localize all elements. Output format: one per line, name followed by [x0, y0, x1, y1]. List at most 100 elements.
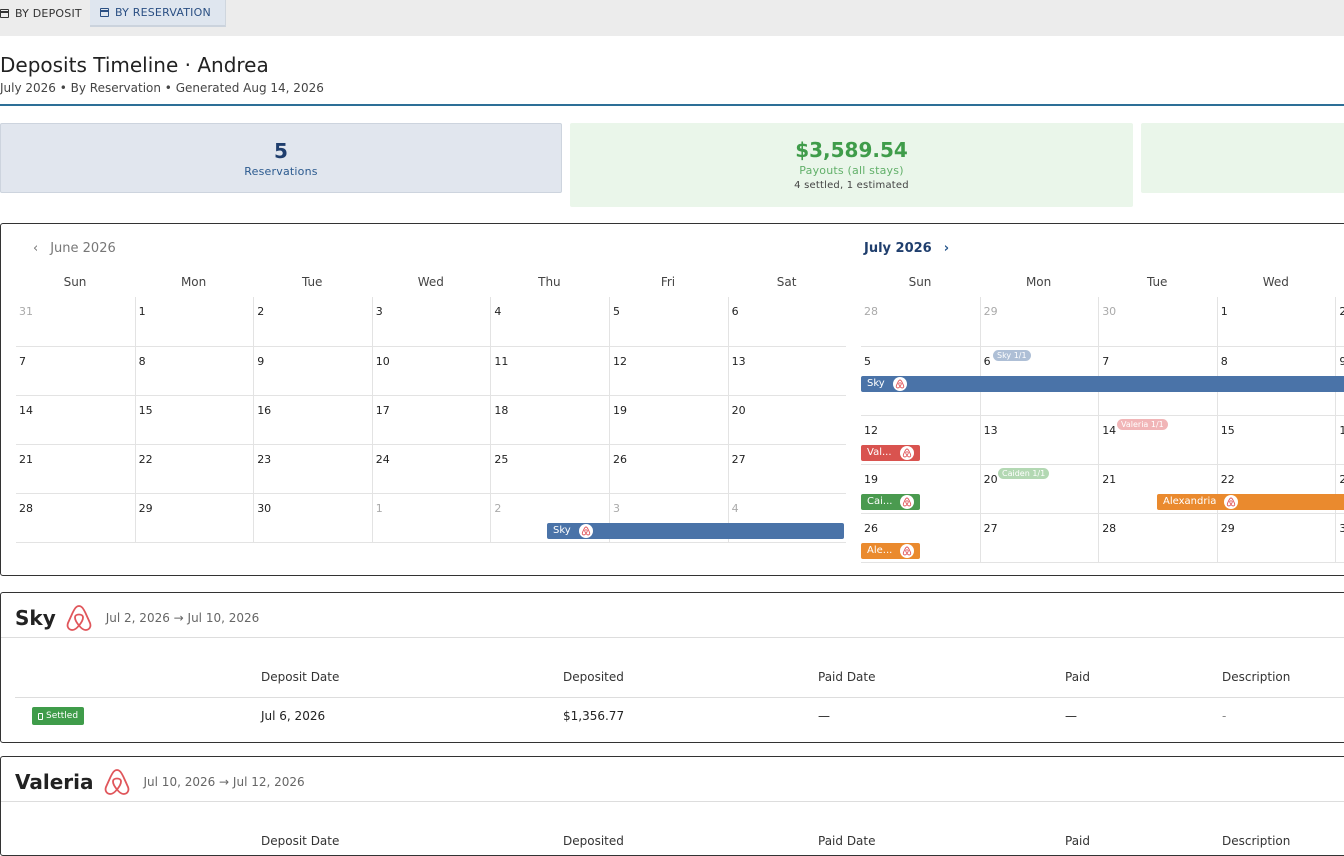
calendar-day[interactable]: 16 [253, 395, 372, 444]
calendar-day[interactable]: 1 [134, 297, 254, 346]
calendar-day[interactable]: 4 [490, 297, 609, 346]
calendar-day[interactable]: 10 [371, 346, 491, 395]
calendar-day[interactable]: 11 [490, 346, 609, 395]
airbnb-icon [64, 603, 94, 633]
calendar-day[interactable]: 13 [979, 415, 1099, 464]
status-badge: Settled [32, 707, 85, 725]
calendar-day[interactable]: 17 [371, 395, 491, 444]
reservation-dates: Jul 2, 2026 → Jul 10, 2026 [105, 611, 260, 625]
day-number: 19 [864, 473, 878, 486]
day-number: 9 [1339, 355, 1344, 368]
calendar-day[interactable]: 25 [490, 444, 609, 493]
calendar-day[interactable]: 29 [979, 297, 1099, 346]
calendar-day[interactable]: 2 [253, 297, 372, 346]
reservation-header: Valeria Jul 10, 2026 → Jul 12, 2026 [15, 767, 305, 797]
calendar-day[interactable]: 30 [253, 493, 372, 542]
day-number: 19 [613, 404, 627, 417]
calendar-day[interactable]: 22 [134, 444, 254, 493]
calendar-day[interactable]: 2 [1335, 297, 1344, 346]
col-paid-date: Paid Date [818, 670, 876, 684]
calendar-day[interactable]: 6 [727, 297, 847, 346]
prev-month-icon[interactable]: ‹ [33, 241, 38, 256]
col-deposited: Deposited [563, 834, 624, 848]
day-number: 13 [983, 424, 998, 437]
event-bar-sky[interactable]: Sky [547, 523, 844, 539]
calendar-day[interactable]: 18 [490, 395, 609, 444]
calendar-day[interactable]: 30 [1335, 513, 1344, 562]
day-number: 8 [138, 355, 146, 368]
tab-by-deposit[interactable]: BY DEPOSIT [0, 0, 92, 27]
calendar-day[interactable]: 7 [16, 346, 135, 395]
day-number: 7 [19, 355, 26, 368]
event-bar-alexandria[interactable]: Alexandria [1157, 494, 1344, 510]
day-number: 16 [257, 404, 272, 417]
status-badge-label: Settled [46, 711, 79, 721]
cell-description: - [1222, 709, 1227, 723]
deposit-pill-caiden[interactable]: Caiden 1/1 [998, 468, 1050, 479]
cell-deposit-date: Jul 6, 2026 [261, 709, 326, 723]
calendar-day[interactable]: 29 [134, 493, 254, 542]
day-number: 18 [494, 404, 509, 417]
calendar-day[interactable]: 1 [1216, 297, 1336, 346]
airbnb-icon [900, 544, 915, 558]
event-bar-caiden[interactable]: Cai... [861, 494, 920, 510]
event-bar-valeria[interactable]: Val... [861, 445, 920, 461]
event-bar-label: Sky [553, 525, 571, 536]
page-subtitle: July 2026 • By Reservation • Generated A… [0, 81, 324, 95]
reservation-card-valeria: Valeria Jul 10, 2026 → Jul 12, 2026 Depo… [0, 756, 1344, 856]
day-number: 26 [864, 522, 878, 535]
header-divider [0, 104, 1344, 106]
calendar-day[interactable]: 9 [253, 346, 372, 395]
day-number: 1 [138, 305, 146, 318]
deposit-pill-valeria[interactable]: Valeria 1/1 [1117, 419, 1168, 430]
calendar-day[interactable]: 27 [727, 444, 847, 493]
next-month-icon[interactable]: › [944, 241, 949, 256]
day-number: 12 [613, 355, 627, 368]
calendar-day[interactable]: 15 [1216, 415, 1336, 464]
calendar-day[interactable]: 20 [727, 395, 847, 444]
calendar-day[interactable]: 31 [16, 297, 135, 346]
day-number: 30 [257, 502, 272, 515]
calendar-day[interactable]: 28 [1098, 513, 1217, 562]
calendar-day[interactable]: 14 [16, 395, 135, 444]
calendar-day[interactable]: 24 [371, 444, 491, 493]
day-number: 23 [1339, 473, 1344, 486]
day-number: 1 [375, 502, 383, 515]
weekday-header: Mon [180, 275, 207, 289]
calendar-day[interactable]: 5 [609, 297, 728, 346]
calendar-day[interactable]: 8 [134, 346, 254, 395]
calendar-day[interactable]: 12 [609, 346, 728, 395]
day-number: 6 [731, 305, 739, 318]
calendar-day[interactable]: 15 [134, 395, 254, 444]
calendar-day[interactable]: 27 [979, 513, 1099, 562]
july-month-header: July 2026 › [864, 241, 949, 256]
calendar-day[interactable]: 23 [253, 444, 372, 493]
calendar-panel: ‹ June 2026 July 2026 › Sun Mon Tue Wed Thu F… [0, 223, 1344, 576]
calendar-day[interactable]: 26 [609, 444, 728, 493]
calendar-day[interactable]: 16 [1335, 415, 1344, 464]
calendar-day[interactable]: 29 [1216, 513, 1336, 562]
calendar-day[interactable]: 30 [1098, 297, 1217, 346]
reservations-stat-card: 5 Reservations [0, 123, 562, 193]
calendar-day[interactable]: 28 [861, 297, 980, 346]
calendar-day[interactable]: 3 [371, 297, 491, 346]
tab-by-reservation[interactable]: BY RESERVATION [90, 0, 226, 27]
calendar-day[interactable]: 1 [371, 493, 491, 542]
deposit-pill-sky[interactable]: Sky 1/1 [993, 350, 1031, 361]
day-number: 3 [375, 305, 383, 318]
airbnb-icon [892, 377, 907, 391]
day-number: 1 [1220, 305, 1228, 318]
calendar-day[interactable]: 19 [609, 395, 728, 444]
event-bar-label: Ale... [867, 545, 893, 556]
day-number: 8 [1220, 355, 1228, 368]
event-bar-sky[interactable]: Sky [861, 376, 1344, 392]
col-description: Description [1222, 670, 1291, 684]
calendar-day[interactable]: 21 [16, 444, 135, 493]
calendar-day[interactable]: 13 [727, 346, 847, 395]
airbnb-icon [1224, 495, 1239, 509]
day-number: 5 [864, 355, 871, 368]
extra-stat-card [1141, 123, 1344, 193]
col-deposit-date: Deposit Date [261, 834, 340, 848]
event-bar-alexandria[interactable]: Ale... [861, 543, 920, 559]
calendar-day[interactable]: 28 [16, 493, 135, 542]
